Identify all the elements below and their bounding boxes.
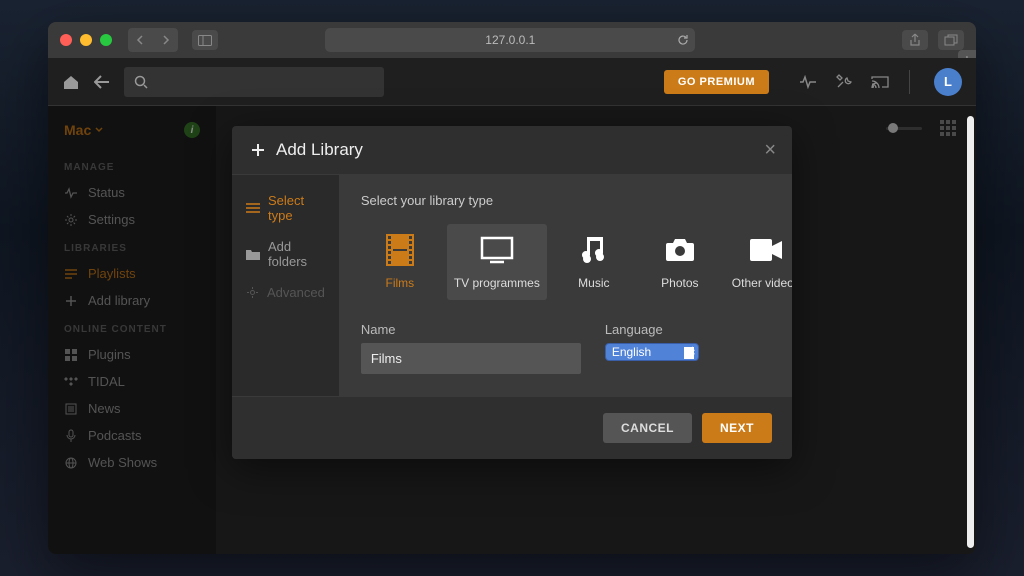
type-other[interactable]: Other videos xyxy=(727,224,792,300)
step-add-folders[interactable]: Add folders xyxy=(232,231,339,277)
list-icon xyxy=(246,203,260,213)
tabs-icon[interactable] xyxy=(938,30,964,50)
search-icon xyxy=(134,75,148,89)
browser-titlebar-right xyxy=(902,30,964,50)
plex-topbar: GO PREMIUM L xyxy=(48,58,976,106)
film-icon xyxy=(386,234,414,266)
language-group: Language English▴▾ xyxy=(605,322,699,374)
topbar-icons xyxy=(799,74,889,90)
plex-app: GO PREMIUM L Mac i MANAGE Status Setting… xyxy=(48,58,976,554)
next-button[interactable]: NEXT xyxy=(702,413,772,443)
cancel-button[interactable]: CANCEL xyxy=(603,413,692,443)
tv-icon xyxy=(480,234,514,266)
name-input[interactable] xyxy=(361,343,581,374)
type-films[interactable]: Films xyxy=(361,224,439,300)
step-select-type[interactable]: Select type xyxy=(232,185,339,231)
cast-icon[interactable] xyxy=(871,75,889,89)
close-window-button[interactable] xyxy=(60,34,72,46)
language-select[interactable]: English▴▾ xyxy=(605,343,699,361)
form-row: Name Language English▴▾ xyxy=(361,322,792,374)
step-advanced: Advanced xyxy=(232,277,339,308)
go-premium-button[interactable]: GO PREMIUM xyxy=(664,70,769,94)
folder-icon xyxy=(246,249,260,260)
name-label: Name xyxy=(361,322,581,337)
add-library-modal: Add Library × Select type Add folders Ad… xyxy=(232,126,792,459)
close-icon[interactable]: × xyxy=(764,139,776,162)
video-icon xyxy=(750,234,782,266)
maximize-window-button[interactable] xyxy=(100,34,112,46)
search-input[interactable] xyxy=(124,67,384,97)
type-tv[interactable]: TV programmes xyxy=(447,224,547,300)
browser-titlebar: 127.0.0.1 xyxy=(48,22,976,58)
modal-body: Select type Add folders Advanced Select … xyxy=(232,175,792,396)
browser-window: 127.0.0.1 + GO PREMIUM L xyxy=(48,22,976,554)
language-label: Language xyxy=(605,322,699,337)
modal-content: Select your library type Films TV progra… xyxy=(339,175,792,396)
activity-icon[interactable] xyxy=(799,75,817,89)
tools-icon[interactable] xyxy=(835,74,853,90)
modal-footer: CANCEL NEXT xyxy=(232,396,792,459)
chevron-updown-icon: ▴▾ xyxy=(690,345,695,359)
camera-icon xyxy=(664,234,696,266)
browser-forward-button[interactable] xyxy=(154,30,176,50)
reload-icon[interactable] xyxy=(677,34,689,46)
share-icon[interactable] xyxy=(902,30,928,50)
avatar[interactable]: L xyxy=(934,68,962,96)
modal-title: Add Library xyxy=(276,140,363,160)
browser-url-bar[interactable]: 127.0.0.1 xyxy=(325,28,695,52)
back-icon[interactable] xyxy=(94,75,110,89)
traffic-lights xyxy=(60,34,112,46)
modal-overlay: Add Library × Select type Add folders Ad… xyxy=(48,106,976,554)
browser-url-text: 127.0.0.1 xyxy=(485,33,535,47)
browser-sidebar-toggle[interactable] xyxy=(192,30,218,50)
library-type-grid: Films TV programmes Music xyxy=(361,224,792,300)
name-group: Name xyxy=(361,322,581,374)
modal-steps: Select type Add folders Advanced xyxy=(232,175,339,396)
type-music[interactable]: Music xyxy=(555,224,633,300)
gear-icon xyxy=(246,286,259,299)
plex-body: Mac i MANAGE Status Settings LIBRARIES P… xyxy=(48,106,976,554)
browser-nav-arrows xyxy=(128,28,178,52)
type-photos[interactable]: Photos xyxy=(641,224,719,300)
browser-back-button[interactable] xyxy=(130,30,152,50)
minimize-window-button[interactable] xyxy=(80,34,92,46)
plus-icon xyxy=(250,142,266,158)
home-icon[interactable] xyxy=(62,74,80,90)
scrollbar[interactable] xyxy=(967,116,974,548)
modal-header: Add Library × xyxy=(232,126,792,175)
content-title: Select your library type xyxy=(361,193,792,208)
music-icon xyxy=(582,234,606,266)
